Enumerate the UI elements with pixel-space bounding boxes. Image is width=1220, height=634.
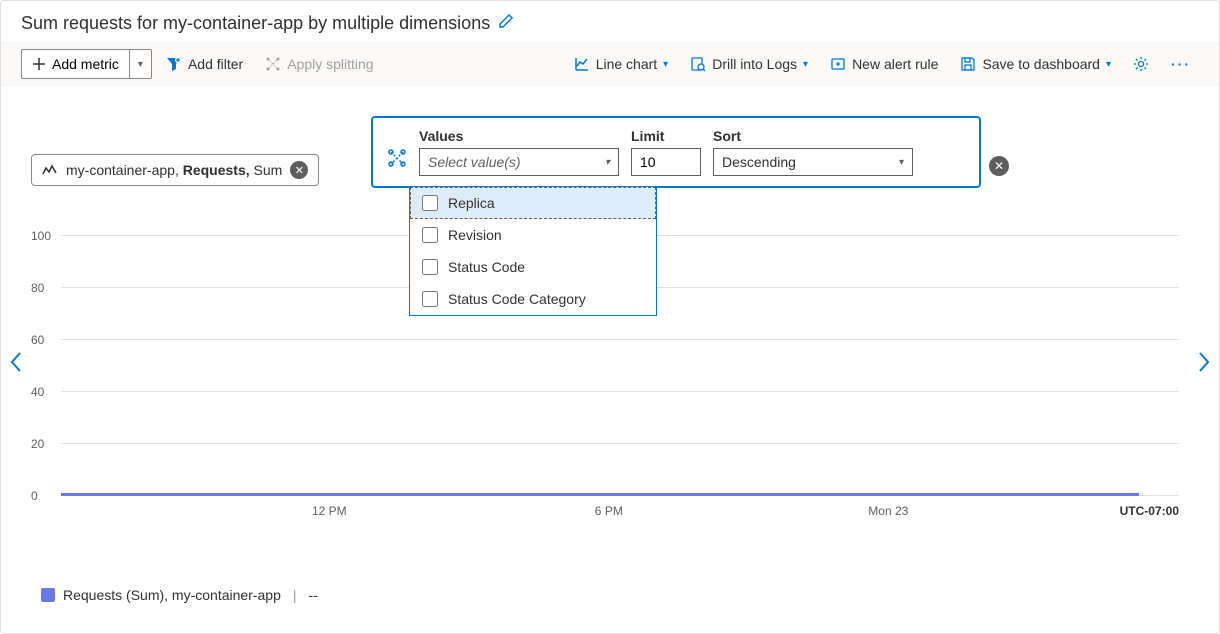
- metric-chip[interactable]: my-container-app, Requests, Sum ✕: [31, 154, 319, 186]
- toolbar: Add metric ▾ Add filter Apply splitting …: [1, 42, 1219, 86]
- chevron-down-icon: ▾: [605, 157, 610, 168]
- values-label: Values: [419, 128, 619, 144]
- logs-icon: [690, 56, 706, 72]
- apply-splitting-button: Apply splitting: [257, 50, 381, 78]
- legend-value: --: [309, 587, 318, 603]
- page-title: Sum requests for my-container-app by mul…: [21, 13, 490, 34]
- chevron-down-icon: ▾: [663, 59, 668, 70]
- edit-title-icon[interactable]: [498, 13, 514, 34]
- split-icon: [265, 56, 281, 72]
- checkbox-status-code[interactable]: [422, 259, 438, 275]
- save-icon: [960, 56, 976, 72]
- dropdown-item-status-code-category[interactable]: Status Code Category: [410, 283, 656, 315]
- plus-icon: [32, 57, 46, 71]
- close-split-icon[interactable]: ✕: [989, 156, 1009, 176]
- add-metric-chevron[interactable]: ▾: [130, 49, 152, 79]
- split-panel: Values Select value(s) ▾ Limit Sort Desc…: [371, 116, 981, 188]
- split-panel-icon: [387, 128, 407, 176]
- chevron-down-icon: ▾: [1106, 59, 1111, 70]
- chart-prev-icon[interactable]: [9, 351, 23, 379]
- chart-next-icon[interactable]: [1197, 351, 1211, 379]
- save-dashboard-button[interactable]: Save to dashboard ▾: [952, 50, 1119, 78]
- limit-input[interactable]: [631, 148, 701, 176]
- checkbox-status-code-category[interactable]: [422, 291, 438, 307]
- chart-legend: Requests (Sum), my-container-app | --: [41, 587, 318, 603]
- values-select[interactable]: Select value(s) ▾: [419, 148, 619, 176]
- dropdown-item-revision[interactable]: Revision: [410, 219, 656, 251]
- title-row: Sum requests for my-container-app by mul…: [1, 1, 1219, 42]
- settings-button[interactable]: [1125, 50, 1157, 78]
- drill-logs-button[interactable]: Drill into Logs ▾: [682, 50, 816, 78]
- gear-icon: [1133, 56, 1149, 72]
- filter-icon: [166, 56, 182, 72]
- limit-label: Limit: [631, 128, 701, 144]
- checkbox-revision[interactable]: [422, 227, 438, 243]
- remove-metric-icon[interactable]: ✕: [290, 161, 308, 179]
- chevron-down-icon: ▾: [803, 59, 808, 70]
- legend-swatch: [41, 588, 55, 602]
- new-alert-button[interactable]: New alert rule: [822, 50, 946, 78]
- timezone-label: UTC-07:00: [1120, 504, 1179, 518]
- sort-select[interactable]: Descending ▾: [713, 148, 913, 176]
- values-dropdown: Replica Revision Status Code Status Code…: [409, 186, 657, 316]
- add-filter-button[interactable]: Add filter: [158, 50, 251, 78]
- chart-data-line: [61, 493, 1139, 496]
- legend-label: Requests (Sum), my-container-app: [63, 587, 281, 603]
- dropdown-item-replica[interactable]: Replica: [410, 187, 656, 219]
- dropdown-item-status-code[interactable]: Status Code: [410, 251, 656, 283]
- metric-line-icon: [42, 164, 58, 176]
- chevron-down-icon: ▾: [138, 59, 143, 70]
- add-metric-button[interactable]: Add metric: [21, 49, 130, 79]
- checkbox-replica[interactable]: [422, 195, 438, 211]
- line-chart-icon: [574, 56, 590, 72]
- more-button[interactable]: ···: [1163, 50, 1199, 78]
- alert-icon: [830, 56, 846, 72]
- chevron-down-icon: ▾: [899, 157, 904, 168]
- sort-label: Sort: [713, 128, 913, 144]
- line-chart-button[interactable]: Line chart ▾: [566, 50, 677, 78]
